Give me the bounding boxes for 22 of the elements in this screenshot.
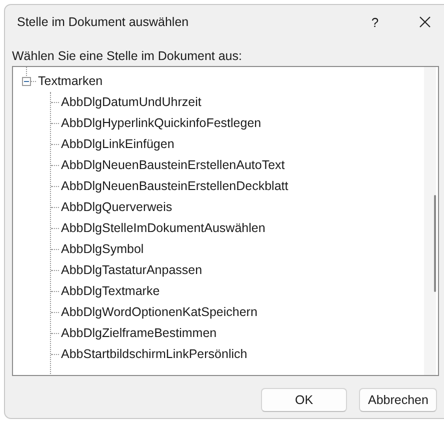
help-button[interactable]: ? (365, 14, 385, 30)
tree-item[interactable]: AbbDlgZielframeBestimmen (61, 326, 217, 340)
window-title: Stelle im Dokument auswählen (17, 15, 190, 29)
tree-item[interactable]: AbbDlgStelleImDokumentAuswählen (61, 221, 266, 235)
collapse-icon[interactable] (22, 77, 31, 86)
dialog-button[interactable]: OK (261, 388, 347, 412)
tree-item[interactable]: AbbDlgNeuenBausteinErstellenDeckblatt (61, 179, 288, 193)
prompt-label: Wählen Sie eine Stelle im Dokument aus: (12, 49, 243, 63)
scrollbar-thumb[interactable] (434, 195, 436, 292)
tree-item[interactable]: AbbStartbildschirmLinkPersönlich (61, 347, 248, 361)
tree-item[interactable]: Textmarken (38, 74, 103, 88)
tree-item[interactable]: AbbDlgWordOptionenKatSpeichern (61, 305, 258, 319)
close-icon[interactable] (419, 16, 431, 28)
tree-item[interactable]: AbbDlgNeuenBausteinErstellenAutoText (61, 158, 285, 172)
tree-item[interactable]: AbbDlgSymbol (61, 242, 144, 256)
tree-item[interactable]: AbbDlgTastaturAnpassen (61, 263, 202, 277)
tree-item[interactable]: AbbDlgTextmarke (61, 284, 160, 298)
tree-item[interactable]: AbbDlgLinkEinfügen (61, 137, 174, 151)
dialog-button[interactable]: Abbrechen (359, 388, 437, 412)
tree-item[interactable]: AbbDlgHyperlinkQuickinfoFestlegen (61, 116, 262, 130)
tree-item[interactable]: AbbDlgDatumUndUhrzeit (61, 95, 202, 109)
tree-item[interactable]: AbbDlgQuerverweis (61, 200, 172, 214)
